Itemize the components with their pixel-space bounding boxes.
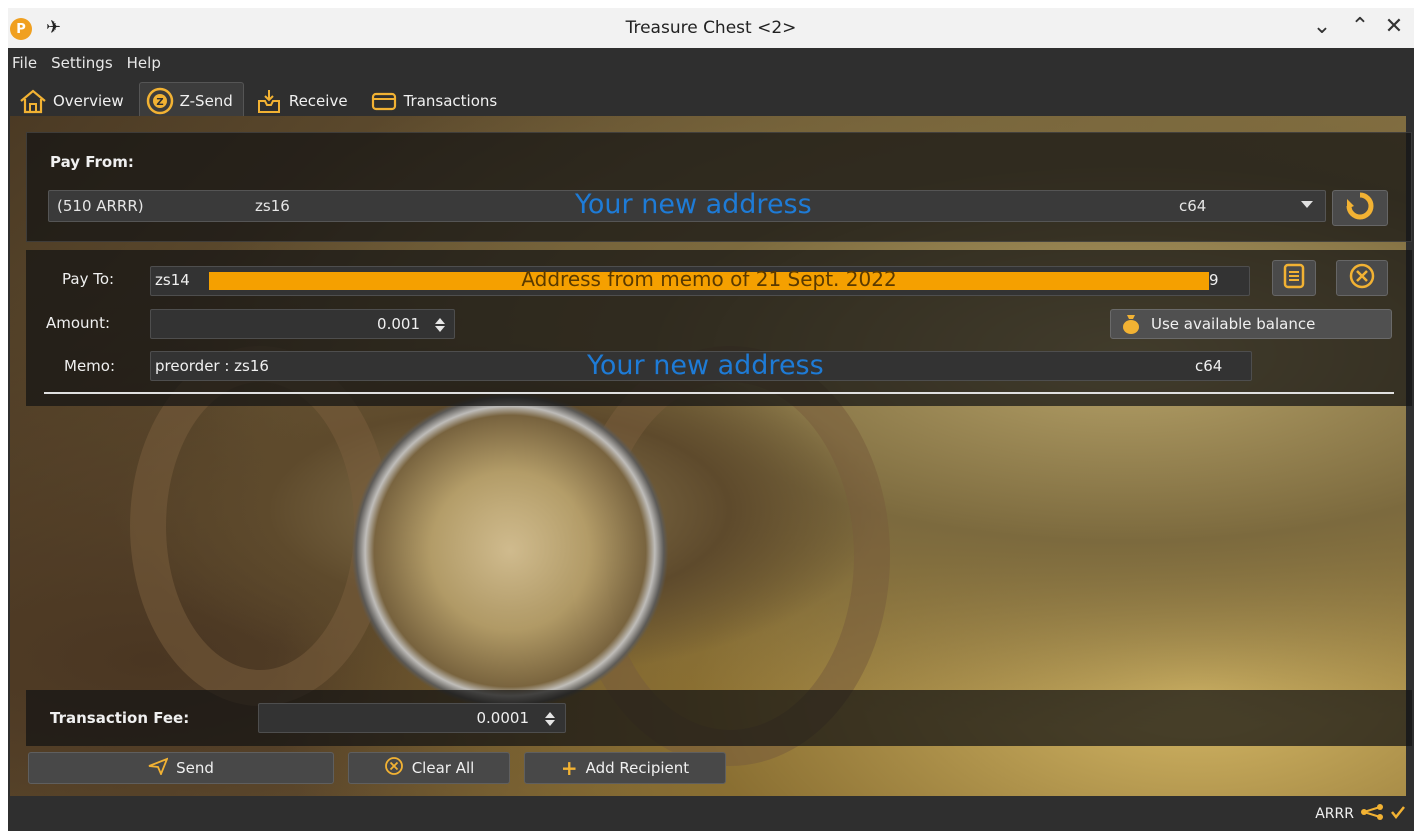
maximize-icon[interactable]: ⌃	[1346, 14, 1374, 39]
menu-help[interactable]: Help	[127, 54, 161, 72]
amount-spinbox[interactable]: 0.001	[150, 309, 455, 339]
amount-label: Amount:	[46, 314, 110, 332]
transaction-fee-spinbox[interactable]: 0.0001	[258, 703, 566, 733]
refresh-button[interactable]	[1332, 190, 1388, 226]
amount-stepper[interactable]	[431, 313, 449, 337]
send-button[interactable]: Send	[28, 752, 334, 784]
money-bag-icon	[1121, 313, 1143, 335]
add-recipient-label: Add Recipient	[585, 759, 690, 777]
compass-image	[350, 391, 670, 711]
pay-from-address-end: c64	[1179, 197, 1207, 215]
pay-to-address-start: zs14	[155, 271, 190, 289]
sync-check-icon	[1390, 804, 1406, 824]
use-available-balance-button[interactable]: Use available balance	[1110, 309, 1392, 339]
tab-zsend[interactable]: Z Z-Send	[138, 82, 244, 120]
clear-icon	[384, 756, 404, 780]
tab-receive[interactable]: Receive	[248, 82, 359, 120]
memo-input[interactable]: preorder : zs16 Your new address c64	[150, 350, 1252, 381]
pay-from-address-start: zs16	[255, 197, 290, 215]
wallet-icon	[370, 87, 398, 115]
currency-label: ARRR	[1315, 805, 1354, 822]
close-circle-icon	[1348, 262, 1376, 294]
pay-from-panel	[26, 132, 1412, 242]
transaction-fee-label: Transaction Fee:	[50, 709, 190, 727]
memo-label: Memo:	[64, 357, 116, 375]
pay-to-address-overlay: Address from memo of 21 Sept. 2022	[521, 267, 897, 291]
address-book-button[interactable]	[1272, 260, 1316, 296]
tab-overview-label: Overview	[53, 92, 124, 110]
clear-all-button[interactable]: Clear All	[348, 752, 510, 784]
amount-value: 0.001	[377, 315, 420, 333]
tab-transactions-label: Transactions	[403, 92, 498, 110]
address-book-icon	[1281, 263, 1307, 293]
use-available-balance-label: Use available balance	[1151, 315, 1316, 333]
chevron-down-icon[interactable]	[1301, 201, 1313, 208]
close-icon[interactable]: ✕	[1380, 14, 1408, 39]
pay-to-label: Pay To:	[62, 270, 115, 288]
tab-overview[interactable]: Overview	[12, 82, 135, 120]
send-label: Send	[176, 759, 214, 777]
pay-from-address-overlay: Your new address	[575, 189, 812, 220]
menu-bar: File Settings Help	[8, 48, 1414, 78]
status-bar: ARRR	[8, 796, 1414, 831]
fee-panel	[26, 690, 1412, 746]
memo-prefix: preorder : zs16	[155, 357, 269, 375]
window-title: Treasure Chest <2>	[625, 18, 797, 38]
tab-receive-label: Receive	[288, 92, 348, 110]
home-icon	[19, 87, 47, 115]
send-icon	[148, 757, 169, 779]
memo-address-overlay: Your new address	[587, 350, 824, 381]
inbox-icon	[255, 87, 283, 115]
minimize-icon[interactable]: ⌄	[1308, 14, 1336, 39]
menu-file[interactable]: File	[12, 54, 37, 72]
remove-recipient-button[interactable]	[1336, 260, 1388, 296]
add-recipient-button[interactable]: + Add Recipient	[524, 752, 726, 784]
transaction-fee-stepper[interactable]	[541, 707, 559, 731]
plus-icon: +	[560, 756, 578, 780]
refresh-icon	[1345, 191, 1375, 225]
pay-from-label: Pay From:	[50, 153, 134, 171]
pay-from-combobox[interactable]: (510 ARRR) zs16 Your new address c64	[48, 189, 1326, 222]
tab-transactions[interactable]: Transactions	[363, 82, 509, 120]
clear-all-label: Clear All	[411, 759, 475, 777]
title-bar: P ✈ Treasure Chest <2> ⌄ ⌃ ✕	[8, 8, 1414, 48]
zsend-icon: Z	[146, 87, 174, 115]
memo-address-end: c64	[1195, 357, 1223, 375]
svg-text:Z: Z	[156, 97, 163, 108]
transaction-fee-value: 0.0001	[476, 709, 530, 727]
recipient-divider	[44, 392, 1394, 394]
pay-from-balance: (510 ARRR)	[57, 197, 144, 215]
tab-zsend-label: Z-Send	[179, 92, 233, 110]
pay-to-address-end: 9	[1209, 271, 1219, 289]
network-icon	[1360, 803, 1384, 825]
menu-settings[interactable]: Settings	[51, 54, 113, 72]
